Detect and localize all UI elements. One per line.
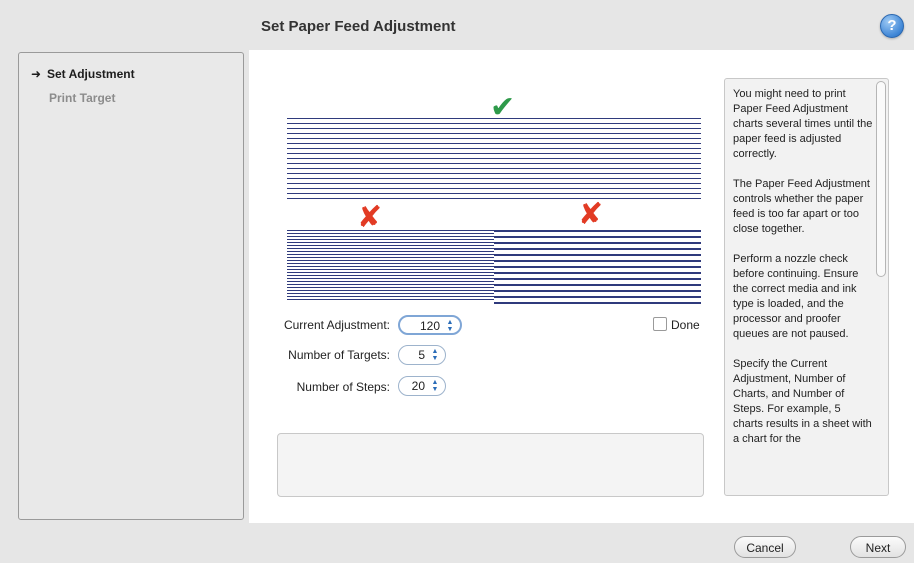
stepper-value: 5 <box>418 348 425 362</box>
number-of-targets-label: Number of Targets: <box>288 348 390 362</box>
sidebar-item-print-target[interactable]: Print Target <box>49 91 115 105</box>
info-paragraph: Perform a nozzle check before continuing… <box>733 253 859 340</box>
title-bar: Set Paper Feed Adjustment ? <box>0 0 914 50</box>
sidebar-item-label: Set Adjustment <box>47 67 135 81</box>
info-paragraph: Specify the Current Adjustment, Number o… <box>733 358 872 445</box>
next-button[interactable]: Next <box>850 536 906 558</box>
done-label: Done <box>671 318 700 332</box>
scrollbar-thumb[interactable] <box>876 81 886 277</box>
current-adjustment-label: Current Adjustment: <box>283 318 390 332</box>
too-far-feed-pattern <box>494 230 701 306</box>
cancel-button[interactable]: Cancel <box>734 536 796 558</box>
stepper-arrows-icon[interactable]: ▲ ▼ <box>444 319 456 333</box>
stepper-value: 20 <box>411 379 425 393</box>
stepper-arrows-icon[interactable]: ▲ ▼ <box>429 379 441 393</box>
stepper-value: 120 <box>419 319 440 333</box>
current-adjustment-stepper[interactable]: 120 ▲ ▼ <box>398 315 462 335</box>
info-paragraph: The Paper Feed Adjustment controls wheth… <box>733 178 870 235</box>
stepper-arrows-icon[interactable]: ▲ ▼ <box>429 348 441 362</box>
info-scrollbar[interactable] <box>876 81 886 493</box>
number-of-steps-label: Number of Steps: <box>296 380 390 394</box>
number-of-targets-stepper[interactable]: 5 ▲ ▼ <box>398 345 446 365</box>
window-title: Set Paper Feed Adjustment <box>261 18 456 35</box>
steps-sidebar: ➜ Set Adjustment Print Target <box>18 52 244 520</box>
sidebar-item-set-adjustment[interactable]: ➜ Set Adjustment <box>31 67 135 81</box>
too-close-feed-pattern <box>287 230 494 302</box>
arrow-right-icon: ➜ <box>31 67 42 81</box>
done-checkbox[interactable] <box>653 317 667 331</box>
sidebar-item-label: Print Target <box>49 91 116 105</box>
info-panel[interactable]: You might need to print Paper Feed Adjus… <box>724 78 889 496</box>
number-of-steps-stepper[interactable]: 20 ▲ ▼ <box>398 376 446 396</box>
cross-icon: ✘ <box>578 198 604 231</box>
message-area <box>277 433 704 497</box>
info-text: You might need to print Paper Feed Adjus… <box>733 87 873 462</box>
info-paragraph: You might need to print Paper Feed Adjus… <box>733 88 873 160</box>
correct-feed-pattern <box>287 118 701 202</box>
help-icon[interactable]: ? <box>880 14 904 38</box>
